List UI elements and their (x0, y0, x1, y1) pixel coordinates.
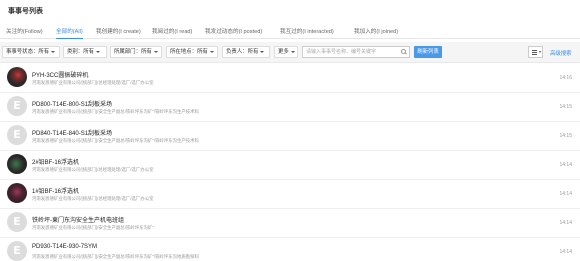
more-filter-label: 更多 (278, 49, 289, 55)
item-name[interactable]: PD930-T14E-930-7SYM (32, 244, 97, 250)
item-path: 河南发恩德矿业有限公司/[统部门]/安全生产副总/铁岭坪东沟矿"/铁岭坪东沟生产… (32, 109, 199, 114)
view-menu-button[interactable] (528, 46, 543, 58)
chevron-down-icon (51, 50, 56, 53)
tab-i-interacted[interactable]: 我互过的(I interacted) (280, 27, 334, 35)
item-path: 河南发恩德矿业有限公司/[统部门]/总经理处理/选厂/选厂办公室 (32, 167, 154, 172)
department-filter-value: 所有 (140, 49, 152, 55)
tab-i-joined[interactable]: 我加入的(I joined) (354, 27, 398, 35)
chevron-down-icon (209, 50, 214, 53)
avatar (7, 241, 27, 261)
item-path: 河南发恩德矿业有限公司/[统部门]/安全生产副总/铁岭坪东沟矿"/铁岭坪东沟地质… (32, 254, 199, 259)
item-time: 14:14 (559, 162, 572, 168)
item-path: 河南发恩德矿业有限公司/[统部门]/总经理处理/选厂/选厂办公室 (32, 196, 154, 201)
department-filter[interactable]: 所属部门：所有 (110, 46, 162, 58)
status-filter-value: 所有 (38, 49, 50, 55)
avatar (7, 125, 27, 145)
tab-i-posted[interactable]: 我发过动态的(I posted) (205, 27, 262, 35)
item-time: 14:16 (559, 75, 572, 81)
list-item[interactable]: 2#铅BF-16浮选机 河南发恩德矿业有限公司/[统部门]/总经理处理/选厂/选… (0, 151, 580, 180)
item-name[interactable]: PD840-T14E-840-S1刮板采场 (32, 128, 112, 137)
owner-filter[interactable]: 负责人：所有 (222, 46, 270, 58)
page-title: 事事号列表 (8, 8, 43, 15)
list-item[interactable]: PYH-3CC圆振破碎机 河南发恩德矿业有限公司/[统部门]/总经理处理/选厂/… (0, 64, 580, 93)
item-name[interactable]: PYH-3CC圆振破碎机 (32, 70, 88, 79)
chevron-down-icon (539, 51, 541, 53)
item-path: 河南发恩德矿业有限公司/[统部门]/安全生产副总/铁岭坪东沟矿"/铁岭坪东沟生产… (32, 138, 199, 143)
filter-bar: 事事号状态：所有 类别：所有 所属部门：所有 所在地点：所有 负责人：所有 更多… (0, 42, 580, 63)
category-filter[interactable]: 类别：所有 (63, 46, 107, 58)
item-time: 14:15 (559, 104, 572, 110)
item-name[interactable]: PD800-T14E-800-S1刮板采场 (32, 99, 112, 108)
advanced-search-link[interactable]: 高级搜索 (550, 49, 572, 57)
search-placeholder: 请输入事事号名称、编号关键字 (306, 49, 377, 55)
item-time: 14:14 (559, 191, 572, 197)
list-item[interactable]: 铁岭坪-東门东沟安全生产机电班组 河南发恩德矿业有限公司/[统部门]/安全生产副… (0, 209, 580, 238)
location-filter-label: 所在地点： (170, 49, 197, 55)
list-item[interactable]: PD930-T14E-930-7SYM 河南发恩德矿业有限公司/[统部门]/安全… (0, 238, 580, 261)
refresh-list-button[interactable]: 刷新列表 (414, 46, 442, 58)
list-item[interactable]: 1#铅BF-16浮选机 河南发恩德矿业有限公司/[统部门]/总经理处理/选厂/选… (0, 180, 580, 209)
category-filter-value: 所有 (83, 49, 94, 55)
tab-all[interactable]: 全部的(All) (56, 27, 83, 39)
status-filter[interactable]: 事事号状态：所有 (2, 46, 60, 58)
item-name[interactable]: 1#铅BF-16浮选机 (32, 186, 79, 195)
status-filter-label: 事事号状态： (6, 49, 39, 55)
item-name[interactable]: 2#铅BF-16浮选机 (32, 157, 79, 166)
search-icon[interactable] (401, 49, 406, 54)
chevron-down-icon (153, 50, 158, 53)
location-filter-value: 所有 (196, 49, 208, 55)
more-filter[interactable]: 更多 (274, 46, 298, 58)
list-item[interactable]: PD800-T14E-800-S1刮板采场 河南发恩德矿业有限公司/[统部门]/… (0, 93, 580, 122)
department-filter-label: 所属部门： (114, 49, 141, 55)
search-input[interactable]: 请输入事事号名称、编号关键字 (302, 46, 410, 58)
category-filter-label: 类别： (67, 49, 84, 55)
tab-bar: 关注的(Follow) 全部的(All) 我创建的(I create) 我阅过的… (0, 23, 580, 39)
avatar (7, 96, 27, 116)
location-filter[interactable]: 所在地点：所有 (166, 46, 218, 58)
avatar (7, 212, 27, 232)
tab-i-create[interactable]: 我创建的(I create) (96, 27, 141, 35)
owner-filter-value: 所有 (247, 49, 259, 55)
tab-follow[interactable]: 关注的(Follow) (6, 27, 43, 35)
tab-i-read[interactable]: 我阅过的(I read) (152, 27, 192, 35)
chevron-down-icon (260, 50, 265, 53)
avatar (7, 67, 27, 87)
avatar (7, 154, 27, 174)
item-name[interactable]: 铁岭坪-東门东沟安全生产机电班组 (32, 215, 124, 224)
chevron-down-icon (95, 50, 100, 53)
owner-filter-label: 负责人： (226, 49, 248, 55)
item-time: 14:15 (559, 133, 572, 139)
item-path: 河南发恩德矿业有限公司/[统部门]/总经理处理/选厂/选厂办公室 (32, 80, 154, 85)
avatar (7, 183, 27, 203)
item-time: 14:14 (559, 220, 572, 226)
list-item[interactable]: PD840-T14E-840-S1刮板采场 河南发恩德矿业有限公司/[统部门]/… (0, 122, 580, 151)
item-path: 河南发恩德矿业有限公司/[统部门]/安全生产副总/铁岭坪东沟矿" (32, 225, 154, 230)
item-time: 14:14 (559, 249, 572, 255)
menu-icon (532, 50, 537, 51)
chevron-down-icon (290, 50, 295, 53)
